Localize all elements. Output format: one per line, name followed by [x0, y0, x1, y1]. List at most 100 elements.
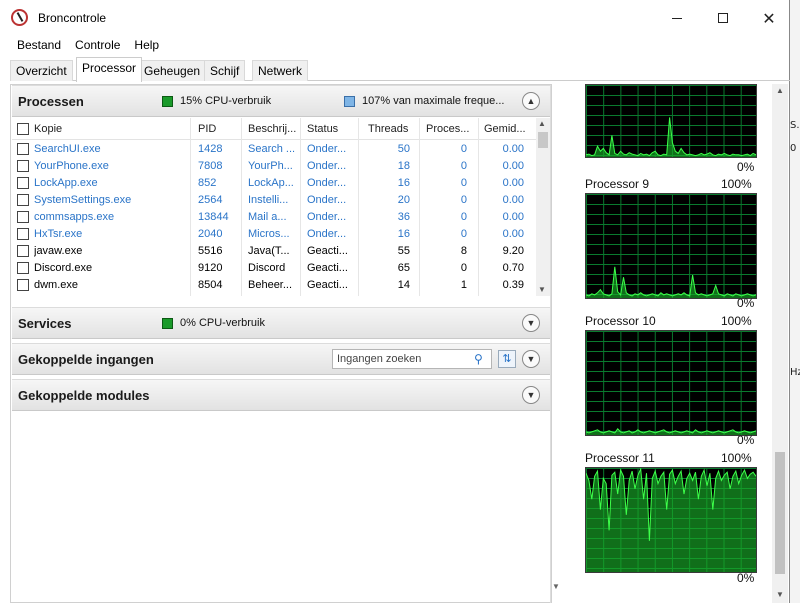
menu-help[interactable]: Help — [127, 36, 166, 55]
table-header: Kopie PID Beschrij... Status ⌃ Threads P… — [12, 118, 536, 140]
title-bar[interactable]: Broncontrole ✕ — [0, 0, 789, 36]
cpu-graph-plot — [586, 266, 756, 298]
graphs-scrollbar[interactable]: ▲ ▼ — [772, 84, 788, 603]
cell-name: Discord.exe — [34, 262, 93, 274]
tab-netwerk[interactable]: Netwerk — [252, 60, 309, 81]
cpu-legend-icon — [162, 96, 173, 107]
col-average[interactable]: Gemid... — [484, 123, 526, 135]
col-pid[interactable]: PID — [198, 123, 216, 135]
processes-max-frequency: 107% van maximale freque... — [362, 95, 505, 107]
cell-status: Geacti... — [307, 262, 348, 274]
cpu-graph-min: 0% — [737, 571, 755, 585]
table-row[interactable]: HxTsr.exe 2040 Micros... Onder... 16 0 0.00 — [12, 226, 536, 243]
row-checkbox[interactable] — [17, 160, 29, 172]
expand-handles-button[interactable]: ▼ — [522, 350, 540, 368]
chevron-down-icon: ▼ — [526, 390, 536, 400]
table-row[interactable]: javaw.exe 5516 Java(T... Geacti... 55 8 9.20 — [12, 243, 536, 260]
col-threads[interactable]: Threads — [368, 123, 408, 135]
row-checkbox[interactable] — [17, 143, 29, 155]
table-row[interactable]: commsapps.exe 13844 Mail a... Onder... 36 0 0.… — [12, 209, 536, 226]
maximize-button[interactable] — [700, 0, 746, 36]
handles-search-input[interactable]: Ingangen zoeken — [332, 349, 492, 369]
table-row[interactable]: dwm.exe 8504 Beheer... Geacti... 14 1 0.39 — [12, 277, 536, 294]
table-row[interactable]: SearchUI.exe 1428 Search ... Onder... 50 0 0.0… — [12, 141, 536, 158]
frequency-legend-icon — [344, 96, 355, 107]
close-button[interactable]: ✕ — [746, 0, 792, 36]
refresh-icon[interactable]: ⇅ — [498, 350, 516, 368]
menu-bestand[interactable]: Bestand — [10, 36, 68, 55]
close-icon: ✕ — [762, 8, 776, 28]
cell-cpu: 1 — [460, 279, 467, 291]
processes-table: Kopie PID Beschrij... Status ⌃ Threads P… — [12, 118, 536, 296]
cell-avg: 0.00 — [502, 194, 524, 206]
cell-status: Onder... — [307, 177, 347, 189]
graphs-scroll-thumb[interactable] — [775, 452, 785, 574]
tab-geheugen[interactable]: Geheugen — [138, 60, 207, 81]
tab-bar: Overzicht Processor Geheugen Schijf Netw… — [10, 57, 790, 82]
cell-cpu: 0 — [460, 194, 467, 206]
processes-scrollbar[interactable]: ▲ ▼ — [536, 118, 550, 296]
table-row[interactable]: SystemSettings.exe 2564 Instelli... Onder..… — [12, 192, 536, 209]
tab-overzicht[interactable]: Overzicht — [10, 60, 73, 81]
cell-threads: 16 — [397, 228, 410, 240]
row-checkbox[interactable] — [17, 245, 29, 257]
bg-text-2: 0 — [790, 143, 797, 154]
cell-name: YourPhone.exe — [34, 160, 109, 172]
scroll-up-icon[interactable]: ▲ — [776, 86, 784, 95]
cell-cpu: 0 — [460, 160, 467, 172]
row-checkbox[interactable] — [17, 194, 29, 206]
expand-services-button[interactable]: ▼ — [522, 314, 540, 332]
row-checkbox[interactable] — [17, 279, 29, 291]
processes-cpu-usage: 15% CPU-verbruik — [180, 95, 272, 107]
scroll-down-icon[interactable]: ▼ — [552, 582, 560, 591]
cell-desc: LockAp... — [248, 177, 294, 189]
row-checkbox[interactable] — [17, 228, 29, 240]
pane-divider — [550, 85, 551, 603]
scroll-up-icon[interactable]: ▲ — [538, 119, 546, 128]
cell-cpu: 0 — [460, 211, 467, 223]
processor-detail-pane: Processen 15% CPU-verbruik 107% van maxi… — [10, 84, 560, 603]
cell-threads: 14 — [397, 279, 410, 291]
col-processor[interactable]: Proces... — [426, 123, 469, 135]
minimize-button[interactable] — [654, 0, 700, 36]
cell-avg: 0.00 — [502, 143, 524, 155]
tab-schijf[interactable]: Schijf — [204, 60, 246, 81]
search-icon[interactable]: ⚲ — [474, 352, 483, 366]
row-checkbox[interactable] — [17, 262, 29, 274]
table-row[interactable]: System4NT Ker...Geacti...23200.38 — [12, 294, 536, 296]
cell-pid: 8504 — [198, 279, 223, 291]
modules-section-header[interactable]: Gekoppelde modules ▼ — [12, 379, 550, 411]
cell-threads: 16 — [397, 177, 410, 189]
scroll-down-icon[interactable]: ▼ — [538, 285, 546, 294]
cpu-graph-max: 100% — [721, 451, 752, 465]
cell-name: dwm.exe — [34, 279, 79, 291]
handles-section-header[interactable]: Gekoppelde ingangen Ingangen zoeken ⚲ ⇅ … — [12, 343, 550, 375]
select-all-checkbox[interactable] — [17, 123, 29, 135]
table-row[interactable]: Discord.exe 9120 Discord Geacti... 65 0 0.70 — [12, 260, 536, 277]
processes-section-header[interactable]: Processen 15% CPU-verbruik 107% van maxi… — [12, 85, 550, 117]
processes-title: Processen — [18, 94, 84, 109]
row-checkbox[interactable] — [17, 177, 29, 189]
cpu-graph-min: 0% — [737, 160, 755, 174]
table-row[interactable]: LockApp.exe 852 LockAp... Onder... 16 0 0.00 — [12, 175, 536, 192]
collapse-processes-button[interactable]: ▲ — [522, 92, 540, 110]
scroll-down-icon[interactable]: ▼ — [776, 590, 784, 599]
cell-threads: 65 — [397, 262, 410, 274]
table-row[interactable]: YourPhone.exe 7808 YourPh... Onder... 18 0 0.0… — [12, 158, 536, 175]
tab-processor[interactable]: Processor — [76, 57, 143, 82]
expand-modules-button[interactable]: ▼ — [522, 386, 540, 404]
cell-avg: 0.00 — [502, 160, 524, 172]
services-section-header[interactable]: Services 0% CPU-verbruik ▼ — [12, 307, 550, 339]
row-checkbox[interactable] — [17, 211, 29, 223]
scroll-thumb[interactable] — [538, 132, 548, 148]
cell-cpu: 0 — [460, 143, 467, 155]
cpu-graph-max: 100% — [721, 177, 752, 191]
cpu-usage-graph — [585, 330, 757, 436]
cpu-legend-icon — [162, 318, 173, 329]
menu-controle[interactable]: Controle — [68, 36, 127, 55]
cell-cpu: 0 — [460, 177, 467, 189]
col-kopie[interactable]: Kopie — [34, 123, 62, 135]
cpu-graph-title: Processor 11 — [585, 451, 655, 465]
cell-pid: 7808 — [198, 160, 223, 172]
col-description[interactable]: Beschrij... — [248, 123, 296, 135]
